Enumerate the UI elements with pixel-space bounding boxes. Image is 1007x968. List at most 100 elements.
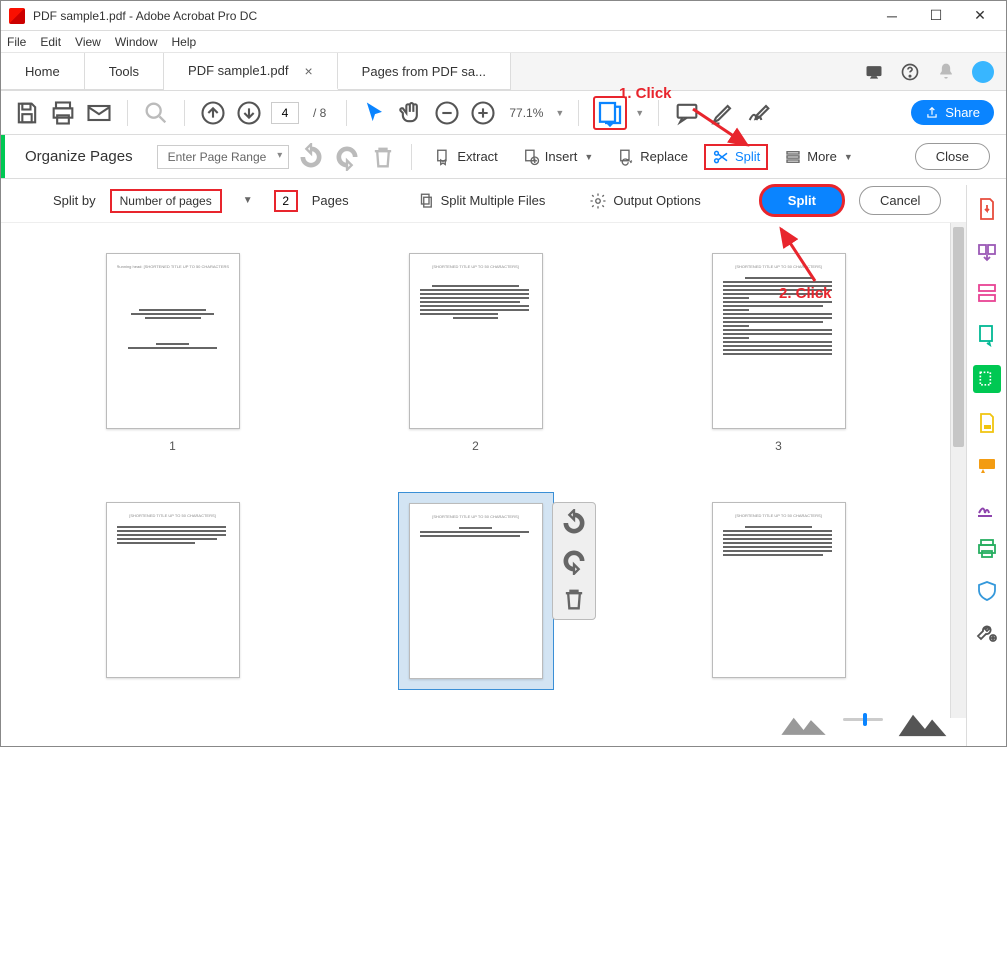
rail-protect-icon[interactable] bbox=[975, 579, 999, 603]
page-context-tools bbox=[552, 502, 596, 620]
zoom-in-icon[interactable] bbox=[469, 99, 497, 127]
rail-organize-pages-icon[interactable] bbox=[973, 365, 1001, 393]
delete-page-icon[interactable] bbox=[560, 585, 588, 613]
page-number-input[interactable] bbox=[271, 102, 299, 124]
split-method-select[interactable]: Number of pages bbox=[110, 189, 222, 213]
organize-pages-bar: Organize Pages Enter Page Range Extract … bbox=[1, 135, 1006, 179]
right-tools-rail bbox=[966, 185, 1006, 746]
share-button[interactable]: Share bbox=[911, 100, 994, 125]
page-range-label: Enter Page Range bbox=[168, 150, 267, 164]
help-icon[interactable] bbox=[900, 62, 920, 82]
rotate-ccw-page-icon[interactable] bbox=[560, 509, 588, 537]
rail-comment-icon[interactable] bbox=[975, 323, 999, 347]
save-icon[interactable] bbox=[13, 99, 41, 127]
user-avatar[interactable] bbox=[972, 61, 994, 83]
prev-page-icon[interactable] bbox=[199, 99, 227, 127]
menu-bar: File Edit View Window Help bbox=[1, 31, 1006, 53]
organize-close-label: Close bbox=[936, 149, 969, 164]
bell-icon[interactable] bbox=[936, 62, 956, 82]
split-method-label: Number of pages bbox=[120, 194, 212, 208]
split-label: Split bbox=[735, 149, 760, 164]
rotate-cw-page-icon[interactable] bbox=[560, 547, 588, 575]
menu-help[interactable]: Help bbox=[172, 35, 197, 49]
scissors-icon bbox=[712, 148, 730, 166]
split-button[interactable]: Split bbox=[704, 144, 768, 170]
pointer-icon[interactable] bbox=[361, 99, 389, 127]
extract-button[interactable]: Extract bbox=[426, 144, 505, 170]
vertical-scrollbar[interactable] bbox=[950, 223, 966, 718]
organize-pages-icon[interactable] bbox=[593, 96, 627, 130]
maximize-button[interactable]: ☐ bbox=[914, 1, 958, 31]
split-multi-label: Split Multiple Files bbox=[441, 193, 546, 208]
hand-icon[interactable] bbox=[397, 99, 425, 127]
split-options-bar: Split by Number of pages ▼ Pages Split M… bbox=[1, 179, 1006, 223]
files-icon bbox=[417, 192, 435, 210]
scrollbar-thumb[interactable] bbox=[953, 227, 964, 447]
split-confirm-button[interactable]: Split bbox=[759, 184, 845, 217]
notification-icon[interactable] bbox=[864, 62, 884, 82]
tab-doc2[interactable]: Pages from PDF sa... bbox=[338, 53, 511, 90]
output-options-label: Output Options bbox=[613, 193, 700, 208]
tab-doc1[interactable]: PDF sample1.pdf × bbox=[164, 53, 338, 90]
zoom-level[interactable]: 77.1% bbox=[509, 106, 543, 120]
rail-export-pdf-icon[interactable] bbox=[975, 197, 999, 221]
close-window-button[interactable]: ✕ bbox=[958, 1, 1002, 31]
menu-edit[interactable]: Edit bbox=[40, 35, 61, 49]
thumb-page-3[interactable]: [SHORTENED TITLE UP TO 50 CHARACTERS] 3 bbox=[712, 253, 846, 492]
rotate-ccw-icon[interactable] bbox=[297, 143, 325, 171]
delete-icon[interactable] bbox=[369, 143, 397, 171]
tab-tools[interactable]: Tools bbox=[85, 53, 164, 90]
more-icon bbox=[784, 148, 802, 166]
minimize-button[interactable]: ─ bbox=[870, 1, 914, 31]
sign-icon[interactable] bbox=[745, 99, 773, 127]
menu-view[interactable]: View bbox=[75, 35, 101, 49]
replace-button[interactable]: Replace bbox=[609, 144, 696, 170]
thumb-page-1-number: 1 bbox=[169, 439, 176, 453]
document-tabs: Home Tools PDF sample1.pdf × Pages from … bbox=[1, 53, 1006, 91]
menu-window[interactable]: Window bbox=[115, 35, 158, 49]
rotate-cw-icon[interactable] bbox=[333, 143, 361, 171]
thumb-page-3-number: 3 bbox=[775, 439, 782, 453]
split-confirm-label: Split bbox=[788, 193, 816, 208]
thumb-page-2[interactable]: [SHORTENED TITLE UP TO 50 CHARACTERS] 2 bbox=[409, 253, 543, 492]
tab-doc1-close-icon[interactable]: × bbox=[304, 63, 312, 79]
page-total: / 8 bbox=[313, 106, 326, 120]
rail-edit-pdf-icon[interactable] bbox=[975, 281, 999, 305]
print-icon[interactable] bbox=[49, 99, 77, 127]
thumbnail-zoom-slider[interactable] bbox=[774, 698, 952, 742]
tab-home[interactable]: Home bbox=[1, 53, 85, 90]
thumb-page-4[interactable]: [SHORTENED TITLE UP TO 50 CHARACTERS] bbox=[106, 502, 240, 719]
search-icon[interactable] bbox=[142, 99, 170, 127]
rail-create-pdf-icon[interactable] bbox=[975, 239, 999, 263]
thumb-page-5-selected[interactable]: [SHORTENED TITLE UP TO 50 CHARACTERS] bbox=[408, 502, 544, 719]
split-by-label: Split by bbox=[53, 193, 96, 208]
split-pages-input[interactable] bbox=[274, 190, 298, 212]
pages-unit-label: Pages bbox=[312, 193, 349, 208]
rail-signature-icon[interactable] bbox=[975, 495, 999, 519]
more-label: More bbox=[807, 149, 837, 164]
organize-close-button[interactable]: Close bbox=[915, 143, 990, 170]
window-title: PDF sample1.pdf - Adobe Acrobat Pro DC bbox=[33, 9, 870, 23]
page-range-select[interactable]: Enter Page Range bbox=[157, 145, 290, 169]
rail-fill-sign-icon[interactable] bbox=[975, 411, 999, 435]
more-button[interactable]: More▼ bbox=[776, 144, 861, 170]
split-cancel-button[interactable]: Cancel bbox=[859, 186, 941, 215]
dropdown-arrow-icon[interactable]: ▼ bbox=[236, 195, 260, 206]
highlight-icon[interactable] bbox=[709, 99, 737, 127]
menu-file[interactable]: File bbox=[7, 35, 26, 49]
thumb-page-6[interactable]: [SHORTENED TITLE UP TO 50 CHARACTERS] bbox=[712, 502, 846, 719]
green-stripe bbox=[1, 135, 5, 178]
comment-icon[interactable] bbox=[673, 99, 701, 127]
thumb-page-2-number: 2 bbox=[472, 439, 479, 453]
split-multiple-files-button[interactable]: Split Multiple Files bbox=[417, 192, 546, 210]
rail-print-icon[interactable] bbox=[975, 537, 999, 561]
mail-icon[interactable] bbox=[85, 99, 113, 127]
thumb-page-1[interactable]: Running head: [SHORTENED TITLE UP TO 50 … bbox=[106, 253, 240, 492]
rail-more-tools-icon[interactable] bbox=[975, 621, 999, 645]
zoom-small-icon bbox=[774, 698, 833, 742]
zoom-out-icon[interactable] bbox=[433, 99, 461, 127]
output-options-button[interactable]: Output Options bbox=[589, 192, 700, 210]
next-page-icon[interactable] bbox=[235, 99, 263, 127]
insert-button[interactable]: Insert▼ bbox=[514, 144, 601, 170]
rail-stamp-icon[interactable] bbox=[975, 453, 999, 477]
